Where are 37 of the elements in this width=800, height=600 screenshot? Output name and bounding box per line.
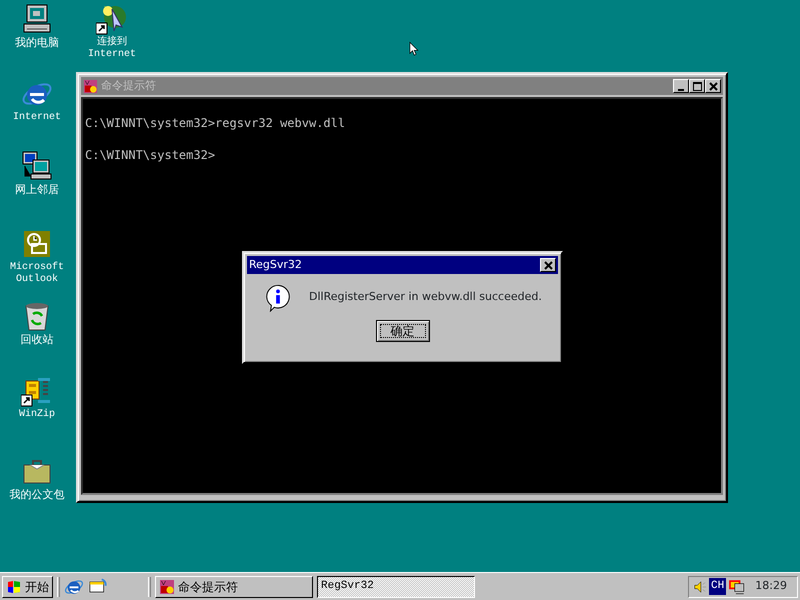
cabinet-clamp-icon — [21, 375, 53, 407]
close-icon — [708, 80, 718, 92]
window-title: 命令提示符 — [101, 78, 156, 94]
desktop-icon-label[interactable]: 连接到 Internet — [88, 37, 136, 61]
taskbar-button[interactable]: 命令提示符 — [155, 576, 313, 598]
monitor-icon — [728, 578, 746, 596]
desktop-icon-label[interactable]: Internet — [12, 112, 61, 124]
windows-logo-icon — [6, 578, 22, 594]
maximize-icon — [692, 80, 702, 92]
desktop-icon-label[interactable]: WinZip — [18, 409, 55, 421]
console-line: C:\WINNT\system32> — [85, 147, 216, 163]
maximize-button[interactable] — [689, 79, 705, 93]
close-button[interactable] — [540, 258, 556, 272]
clock: 18:29 — [755, 578, 788, 594]
start-button[interactable]: 开始 — [2, 576, 53, 598]
desktop-icon-label[interactable]: 回收站 — [20, 334, 54, 346]
close-button[interactable] — [705, 79, 721, 93]
console-line: C:\WINNT\system32>regsvr32 webvw.dll — [85, 115, 346, 131]
globe-shortcut-icon — [96, 3, 128, 35]
desktop-icon-label[interactable]: 我的公文包 — [10, 489, 64, 501]
input-indicator[interactable]: CH — [709, 578, 726, 595]
desktop-icon-label[interactable]: 我的电脑 — [15, 37, 59, 49]
minimize-button[interactable] — [673, 79, 689, 93]
window-title: RegSvr32 — [249, 256, 302, 273]
desktop-icon-label[interactable]: Microsoft Outlook — [10, 262, 64, 286]
ok-button[interactable]: 确定 — [376, 320, 430, 342]
desktop-icon-label[interactable]: 网上邻居 — [15, 184, 59, 196]
computer-icon — [21, 3, 53, 35]
dialog-message: DllRegisterServer in webvw.dll succeeded. — [309, 288, 542, 305]
taskbar-button[interactable]: RegSvr32 — [317, 576, 475, 598]
clock-envelope-icon — [21, 228, 53, 260]
speaker-icon — [693, 578, 707, 594]
minimize-icon — [678, 88, 684, 90]
network-computers-icon — [21, 150, 53, 182]
console-icon — [159, 578, 175, 594]
console-icon — [83, 78, 98, 94]
close-icon — [542, 260, 554, 270]
